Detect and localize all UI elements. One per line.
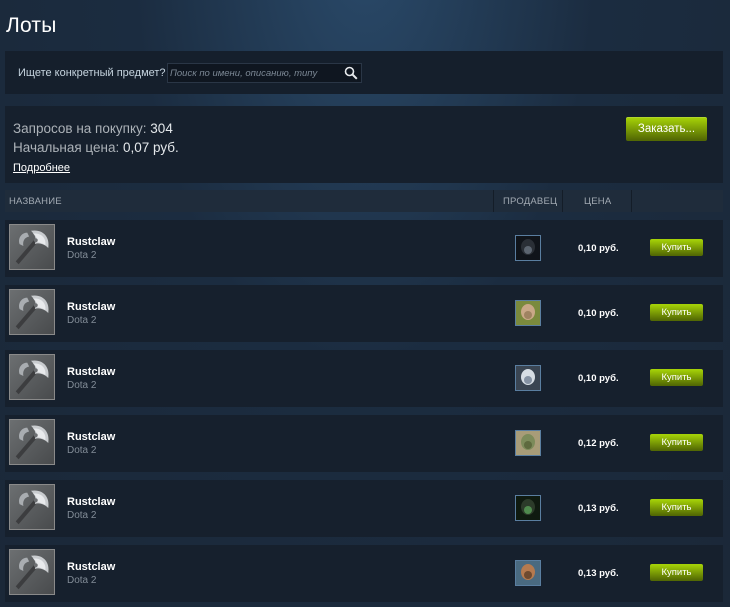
seller-avatar[interactable] — [515, 365, 541, 391]
item-image[interactable] — [9, 484, 55, 530]
item-price: 0,10 руб. — [578, 373, 619, 384]
buy-requests-stat: Запросов на покупку: 304 — [13, 121, 173, 136]
item-image[interactable] — [9, 289, 55, 335]
buy-button-label: Купить — [661, 437, 692, 448]
axe-icon — [10, 485, 54, 529]
buy-button[interactable]: Купить — [650, 499, 703, 516]
column-header-name: НАЗВАНИЕ — [9, 196, 62, 207]
buy-button-label: Купить — [661, 242, 692, 253]
seller-avatar[interactable] — [515, 300, 541, 326]
start-price-label: Начальная цена: — [13, 140, 120, 155]
buy-button-label: Купить — [661, 567, 692, 578]
item-image[interactable] — [9, 419, 55, 465]
axe-icon — [10, 290, 54, 334]
start-price-stat: Начальная цена: 0,07 руб. — [13, 140, 179, 155]
item-game: Dota 2 — [67, 250, 97, 261]
seller-avatar-image — [516, 561, 540, 585]
buy-button[interactable]: Купить — [650, 369, 703, 386]
buy-button[interactable]: Купить — [650, 239, 703, 256]
start-price-value: 0,07 руб. — [123, 140, 179, 155]
item-price: 0,12 руб. — [578, 438, 619, 449]
seller-avatar[interactable] — [515, 495, 541, 521]
item-game: Dota 2 — [67, 380, 97, 391]
item-price: 0,10 руб. — [578, 308, 619, 319]
buy-button[interactable]: Купить — [650, 434, 703, 451]
item-name[interactable]: Rustclaw — [67, 301, 115, 313]
seller-avatar[interactable] — [515, 235, 541, 261]
buy-requests-value: 304 — [150, 121, 173, 136]
search-label: Ищете конкретный предмет? — [18, 67, 166, 79]
listings-table-header: НАЗВАНИЕ ПРОДАВЕЦ ЦЕНА — [5, 190, 723, 212]
buy-requests-label: Запросов на покупку: — [13, 121, 147, 136]
seller-avatar[interactable] — [515, 560, 541, 586]
item-name[interactable]: Rustclaw — [67, 561, 115, 573]
search-icon[interactable] — [344, 66, 358, 80]
column-divider — [562, 190, 563, 212]
seller-avatar-image — [516, 431, 540, 455]
listing-row: Rustclaw Dota 2 0,10 руб. Купить — [5, 350, 723, 407]
item-name[interactable]: Rustclaw — [67, 236, 115, 248]
item-name[interactable]: Rustclaw — [67, 496, 115, 508]
column-header-seller: ПРОДАВЕЦ — [503, 196, 558, 207]
axe-icon — [10, 420, 54, 464]
buy-button[interactable]: Купить — [650, 564, 703, 581]
listing-row: Rustclaw Dota 2 0,10 руб. Купить — [5, 285, 723, 342]
page-title: Лоты — [6, 14, 57, 37]
place-order-label: Заказать... — [637, 123, 696, 135]
item-image[interactable] — [9, 549, 55, 595]
column-divider — [631, 190, 632, 212]
item-game: Dota 2 — [67, 575, 97, 586]
buy-button-label: Купить — [661, 307, 692, 318]
listing-row: Rustclaw Dota 2 0,12 руб. Купить — [5, 415, 723, 472]
search-input[interactable] — [170, 65, 338, 81]
listing-row: Rustclaw Dota 2 0,13 руб. Купить — [5, 545, 723, 602]
listing-row: Rustclaw Dota 2 0,13 руб. Купить — [5, 480, 723, 537]
item-price: 0,13 руб. — [578, 503, 619, 514]
item-name[interactable]: Rustclaw — [67, 366, 115, 378]
place-order-button[interactable]: Заказать... — [626, 117, 707, 141]
seller-avatar-image — [516, 496, 540, 520]
seller-avatar[interactable] — [515, 430, 541, 456]
seller-avatar-image — [516, 301, 540, 325]
buy-button[interactable]: Купить — [650, 304, 703, 321]
item-game: Dota 2 — [67, 510, 97, 521]
buy-button-label: Купить — [661, 372, 692, 383]
axe-icon — [10, 225, 54, 269]
buy-button-label: Купить — [661, 502, 692, 513]
item-price: 0,13 руб. — [578, 568, 619, 579]
search-box[interactable] — [167, 63, 362, 83]
column-divider — [493, 190, 494, 212]
item-name[interactable]: Rustclaw — [67, 431, 115, 443]
item-image[interactable] — [9, 224, 55, 270]
item-price: 0,10 руб. — [578, 243, 619, 254]
item-game: Dota 2 — [67, 315, 97, 326]
search-bar: Ищете конкретный предмет? — [5, 51, 723, 94]
seller-avatar-image — [516, 236, 540, 260]
axe-icon — [10, 355, 54, 399]
seller-avatar-image — [516, 366, 540, 390]
axe-icon — [10, 550, 54, 594]
item-game: Dota 2 — [67, 445, 97, 456]
listing-row: Rustclaw Dota 2 0,10 руб. Купить — [5, 220, 723, 277]
column-header-price: ЦЕНА — [584, 196, 612, 207]
details-link[interactable]: Подробнее — [13, 162, 70, 174]
buy-orders-panel: Запросов на покупку: 304 Начальная цена:… — [5, 106, 723, 183]
item-image[interactable] — [9, 354, 55, 400]
